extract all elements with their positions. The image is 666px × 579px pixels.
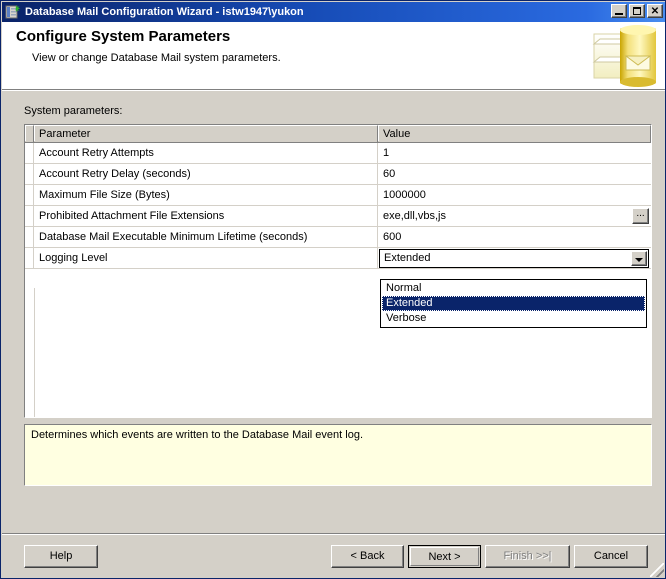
- parameter-name: Logging Level: [34, 248, 378, 269]
- column-header-value[interactable]: Value: [378, 125, 651, 143]
- table-row[interactable]: Account Retry Delay (seconds) 60: [25, 164, 651, 185]
- parameter-name: Database Mail Executable Minimum Lifetim…: [34, 227, 378, 248]
- parameter-value[interactable]: 600: [378, 227, 651, 248]
- column-header-parameter[interactable]: Parameter: [34, 125, 378, 143]
- title-bar[interactable]: Database Mail Configuration Wizard - ist…: [2, 2, 665, 22]
- grid-corner-header[interactable]: [25, 125, 34, 143]
- window-title: Database Mail Configuration Wizard - ist…: [25, 6, 304, 18]
- page-title: Configure System Parameters: [16, 28, 231, 45]
- parameter-value[interactable]: 60: [378, 164, 651, 185]
- parameter-name: Prohibited Attachment File Extensions: [34, 206, 378, 227]
- page-header-banner: Configure System Parameters View or chan…: [2, 22, 665, 89]
- wizard-footer: Help < Back Next > Finish >>| Cancel: [2, 535, 665, 578]
- page-subtitle: View or change Database Mail system para…: [32, 52, 281, 64]
- next-button-label: Next >: [410, 547, 479, 566]
- cancel-button[interactable]: Cancel: [574, 545, 648, 568]
- back-button[interactable]: < Back: [331, 545, 404, 568]
- logging-level-dropdown-list[interactable]: Normal Extended Verbose: [380, 279, 647, 328]
- wizard-window: Database Mail Configuration Wizard - ist…: [0, 0, 666, 579]
- database-mail-cylinder-icon: [586, 22, 660, 89]
- maximize-button[interactable]: [629, 4, 645, 18]
- browse-ellipsis-button[interactable]: ...: [632, 208, 649, 224]
- row-selector[interactable]: [25, 185, 34, 206]
- parameter-value[interactable]: 1: [378, 143, 651, 164]
- wizard-mail-icon: [5, 4, 21, 20]
- maximize-icon: [630, 5, 644, 17]
- dropdown-option-extended[interactable]: Extended: [382, 296, 645, 311]
- close-icon: ✕: [650, 6, 660, 17]
- dropdown-option-verbose[interactable]: Verbose: [382, 311, 645, 326]
- table-row[interactable]: Account Retry Attempts 1: [25, 143, 651, 164]
- finish-button: Finish >>|: [485, 545, 570, 568]
- row-selector[interactable]: [25, 143, 34, 164]
- logging-level-cell[interactable]: Extended: [378, 248, 651, 269]
- page-body: System parameters: Parameter Value Accou…: [2, 91, 665, 578]
- description-pane: Determines which events are written to t…: [24, 424, 652, 486]
- row-selector[interactable]: [25, 164, 34, 185]
- resize-grip[interactable]: [650, 563, 664, 577]
- help-button[interactable]: Help: [24, 545, 98, 568]
- logging-level-value: Extended: [384, 252, 431, 264]
- row-selector[interactable]: [25, 248, 34, 269]
- parameter-value[interactable]: 1000000: [378, 185, 651, 206]
- table-row[interactable]: Maximum File Size (Bytes) 1000000: [25, 185, 651, 206]
- chevron-down-icon[interactable]: [631, 251, 647, 266]
- minimize-button[interactable]: [611, 4, 627, 18]
- table-row[interactable]: Logging Level Extended: [25, 248, 651, 269]
- dropdown-option-normal[interactable]: Normal: [382, 281, 645, 296]
- system-parameters-label: System parameters:: [24, 105, 123, 117]
- parameter-name: Account Retry Delay (seconds): [34, 164, 378, 185]
- parameter-value: exe,dll,vbs,js: [383, 210, 446, 222]
- row-selector[interactable]: [25, 206, 34, 227]
- grid-empty-gutter: [25, 288, 35, 417]
- parameter-name: Maximum File Size (Bytes): [34, 185, 378, 206]
- parameter-name: Account Retry Attempts: [34, 143, 378, 164]
- row-selector[interactable]: [25, 227, 34, 248]
- window-controls: ✕: [611, 4, 663, 18]
- minimize-icon: [612, 5, 626, 17]
- table-row[interactable]: Prohibited Attachment File Extensions ex…: [25, 206, 651, 227]
- system-parameters-grid[interactable]: Parameter Value Account Retry Attempts 1…: [24, 124, 652, 418]
- grid-header-row: Parameter Value: [25, 125, 651, 143]
- parameter-value-cell[interactable]: exe,dll,vbs,js ...: [378, 206, 651, 227]
- next-button[interactable]: Next >: [408, 545, 481, 568]
- table-row[interactable]: Database Mail Executable Minimum Lifetim…: [25, 227, 651, 248]
- close-button[interactable]: ✕: [647, 4, 663, 18]
- logging-level-combobox[interactable]: Extended: [379, 249, 649, 268]
